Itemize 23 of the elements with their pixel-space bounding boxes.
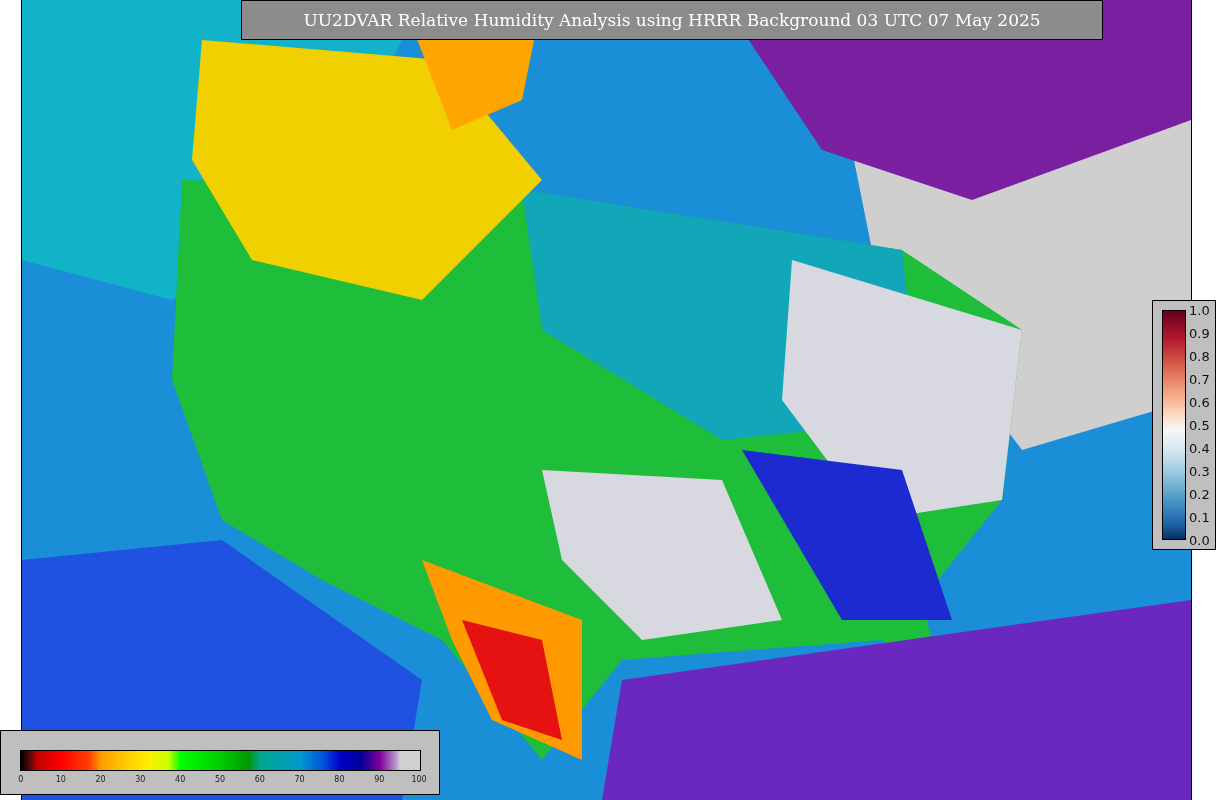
tick-label: 0.5: [1189, 417, 1210, 435]
tick-label: 0.8: [1189, 348, 1210, 366]
tick-label: 0.6: [1189, 394, 1210, 412]
tick-label: 20: [95, 775, 106, 784]
tick-label: 0.0: [1189, 532, 1210, 550]
tick-label: 0.7: [1189, 371, 1210, 389]
tick-label: 70: [294, 775, 305, 784]
tick-label: 50: [214, 775, 226, 784]
tick-label: 10: [55, 775, 66, 784]
tick-label: 90: [374, 775, 385, 784]
tick-label: 0: [18, 775, 24, 784]
tick-label: 0.2: [1189, 486, 1210, 504]
tick-label: 1.0: [1189, 302, 1210, 320]
tick-label: 0.4: [1189, 440, 1210, 458]
tick-label: 100: [411, 775, 427, 784]
tick-label: 80: [334, 775, 345, 784]
map-title: UU2DVAR Relative Humidity Analysis using HRRR Background 03 UTC 07 May 2025: [241, 0, 1103, 40]
tick-label: 40: [175, 775, 186, 784]
tick-label: 30: [135, 775, 146, 784]
tick-label: 0.1: [1189, 509, 1210, 527]
tick-label: 0.3: [1189, 463, 1210, 481]
tick-label: 0.9: [1189, 325, 1210, 343]
tick-label: 60: [254, 775, 265, 784]
